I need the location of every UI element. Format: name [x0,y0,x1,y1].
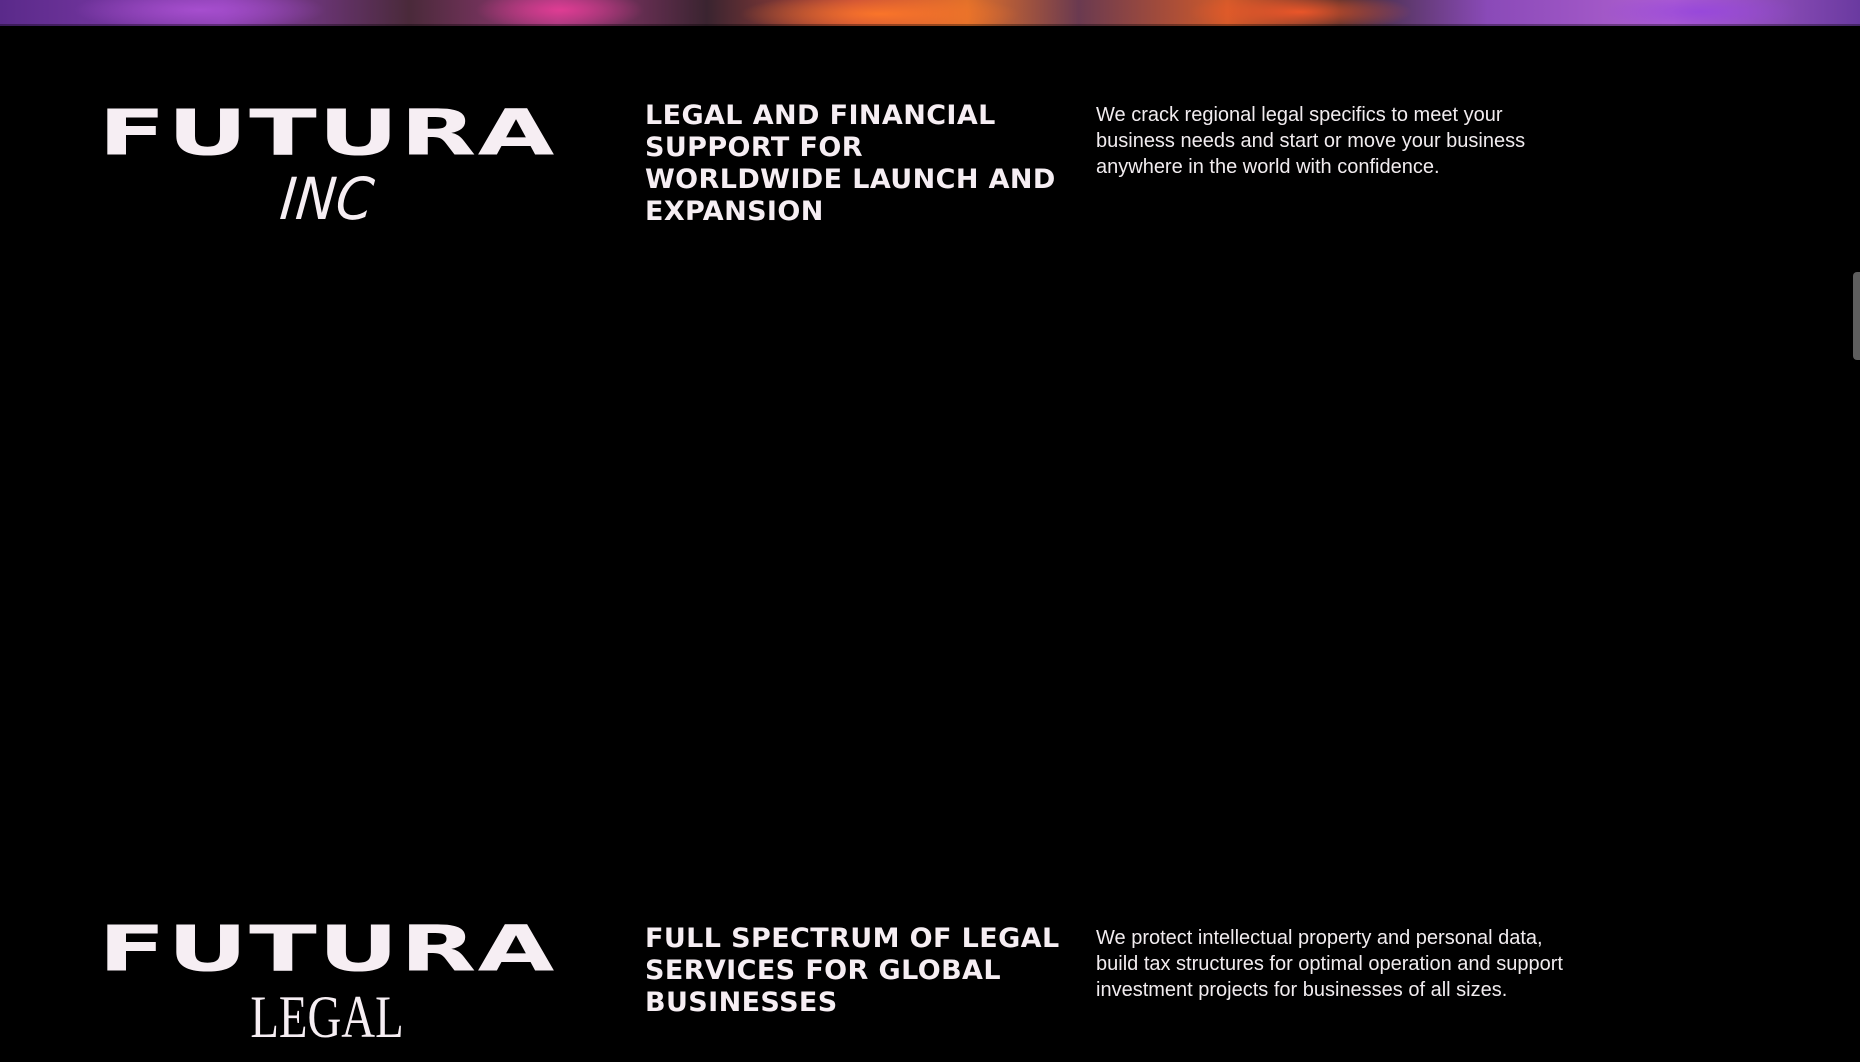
scrollbar-thumb[interactable] [1853,272,1860,360]
logo-wordmark: FUTURA [98,95,556,170]
section-heading: FULL SPECTRUM OF LEGAL SERVICES FOR GLOB… [645,923,1060,1018]
section-heading: LEGAL AND FINANCIAL SUPPORT FOR WORLDWID… [645,100,1056,227]
logo-subbrand: LEGAL [250,984,404,1050]
futura-legal-logo[interactable]: FUTURA LEGAL [98,917,554,1050]
section-description: We protect intellectual property and per… [1096,927,1563,1001]
logo-subbrand: INC [277,165,377,233]
page: FUTURA INC LEGAL AND FINANCIAL SUPPORT F… [0,0,1860,1062]
section-description: We crack regional legal specifics to mee… [1096,104,1526,178]
futura-inc-logo[interactable]: FUTURA INC [98,101,554,233]
logo-wordmark: FUTURA [98,911,556,986]
hero-image-strip [0,0,1860,26]
